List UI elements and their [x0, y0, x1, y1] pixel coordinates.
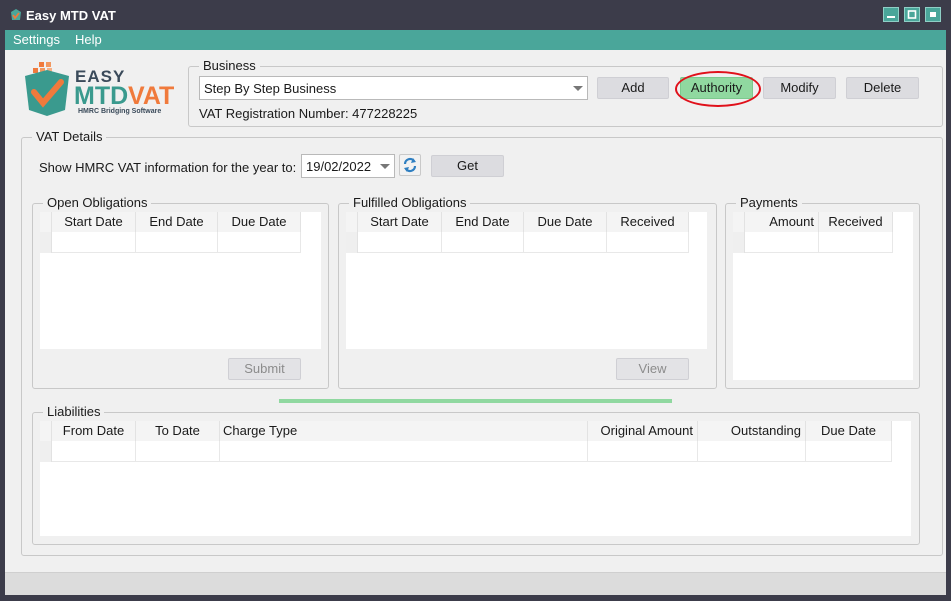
table-cell[interactable]	[442, 232, 524, 253]
minimize-icon	[887, 16, 895, 18]
liabilities-table[interactable]: From Date To Date Charge Type Original A…	[40, 421, 911, 536]
status-bar	[5, 572, 946, 595]
fulfilled-obligations-table[interactable]: Start Date End Date Due Date Received	[346, 212, 707, 349]
refresh-button[interactable]	[399, 154, 421, 176]
table-cell[interactable]	[52, 232, 136, 253]
show-year-label: Show HMRC VAT information for the year t…	[39, 160, 297, 175]
easy-mtd-vat-logo: EASY MTD VAT HMRC Bridging Software	[21, 60, 181, 122]
menu-bar: Settings Help	[5, 30, 946, 50]
payments-table[interactable]: Amount Received	[733, 212, 913, 380]
column-end-date[interactable]: End Date	[136, 212, 218, 232]
row-indicator	[346, 232, 358, 253]
table-cell[interactable]	[607, 232, 689, 253]
table-header: Amount Received	[733, 212, 893, 232]
column-original-amount[interactable]: Original Amount	[588, 421, 698, 441]
logo-mark-icon	[25, 62, 69, 116]
vat-details-legend: VAT Details	[32, 130, 107, 144]
close-icon	[930, 12, 936, 17]
column-received[interactable]: Received	[607, 212, 689, 232]
business-select-value: Step By Step Business	[204, 81, 337, 96]
logo-text-vat: VAT	[128, 82, 175, 110]
get-button[interactable]: Get	[431, 155, 504, 177]
year-date-picker[interactable]: 19/02/2022	[301, 154, 395, 178]
chevron-down-icon	[573, 86, 583, 91]
chevron-down-icon	[380, 164, 390, 169]
fulfilled-obligations-legend: Fulfilled Obligations	[349, 196, 471, 210]
table-row[interactable]	[40, 232, 301, 253]
column-to-date[interactable]: To Date	[136, 421, 220, 441]
table-header: Start Date End Date Due Date Received	[346, 212, 689, 232]
view-button[interactable]: View	[616, 358, 689, 380]
column-charge-type[interactable]: Charge Type	[220, 421, 588, 441]
menu-help[interactable]: Help	[75, 32, 102, 47]
app-window: Easy MTD VAT Settings Help EASY MTD VAT …	[0, 0, 951, 601]
open-obligations-legend: Open Obligations	[43, 196, 152, 210]
column-from-date[interactable]: From Date	[52, 421, 136, 441]
column-end-date[interactable]: End Date	[442, 212, 524, 232]
vat-registration-number: VAT Registration Number: 477228225	[199, 106, 418, 121]
logo-tagline: HMRC Bridging Software	[78, 108, 162, 115]
refresh-icon	[403, 157, 417, 173]
submit-button[interactable]: Submit	[228, 358, 301, 380]
logo-text-mtd: MTD	[74, 82, 129, 110]
delete-button[interactable]: Delete	[846, 77, 919, 99]
column-start-date[interactable]: Start Date	[52, 212, 136, 232]
minimize-button[interactable]	[883, 7, 899, 22]
close-button[interactable]	[925, 7, 941, 22]
open-obligations-table[interactable]: Start Date End Date Due Date	[40, 212, 321, 349]
year-date-value: 19/02/2022	[306, 159, 372, 174]
row-indicator	[733, 232, 745, 253]
table-cell[interactable]	[745, 232, 819, 253]
table-cell[interactable]	[806, 441, 892, 462]
table-cell[interactable]	[819, 232, 893, 253]
table-header: Start Date End Date Due Date	[40, 212, 301, 232]
title-bar[interactable]: Easy MTD VAT	[0, 0, 951, 30]
progress-bar	[279, 399, 672, 403]
modify-button[interactable]: Modify	[763, 77, 836, 99]
restore-button[interactable]	[904, 7, 920, 22]
column-due-date[interactable]: Due Date	[806, 421, 892, 441]
table-cell[interactable]	[698, 441, 806, 462]
progress-bar-fill	[279, 399, 672, 403]
table-cell[interactable]	[136, 232, 218, 253]
table-cell[interactable]	[52, 441, 136, 462]
table-row[interactable]	[40, 441, 892, 462]
payments-legend: Payments	[736, 196, 802, 210]
table-cell[interactable]	[136, 441, 220, 462]
table-cell[interactable]	[358, 232, 442, 253]
row-indicator	[40, 232, 52, 253]
main-panel: EASY MTD VAT HMRC Bridging Software Busi…	[5, 50, 946, 572]
menu-settings[interactable]: Settings	[13, 32, 60, 47]
window-title: Easy MTD VAT	[26, 8, 116, 23]
liabilities-legend: Liabilities	[43, 405, 105, 419]
table-header: From Date To Date Charge Type Original A…	[40, 421, 892, 441]
header-indicator	[40, 212, 52, 232]
header-indicator	[346, 212, 358, 232]
restore-icon	[907, 10, 917, 19]
table-cell[interactable]	[218, 232, 301, 253]
column-received[interactable]: Received	[819, 212, 893, 232]
app-logo-icon	[11, 9, 21, 20]
header-indicator	[733, 212, 745, 232]
table-row[interactable]	[346, 232, 689, 253]
table-cell[interactable]	[220, 441, 588, 462]
table-row[interactable]	[733, 232, 893, 253]
business-legend: Business	[199, 59, 260, 73]
column-amount[interactable]: Amount	[745, 212, 819, 232]
row-indicator	[40, 441, 52, 462]
highlight-ring	[675, 71, 761, 107]
column-start-date[interactable]: Start Date	[358, 212, 442, 232]
table-cell[interactable]	[588, 441, 698, 462]
column-outstanding[interactable]: Outstanding	[698, 421, 806, 441]
add-button[interactable]: Add	[597, 77, 669, 99]
table-cell[interactable]	[524, 232, 607, 253]
header-indicator	[40, 421, 52, 441]
column-due-date[interactable]: Due Date	[218, 212, 301, 232]
column-due-date[interactable]: Due Date	[524, 212, 607, 232]
business-select[interactable]: Step By Step Business	[199, 76, 588, 100]
